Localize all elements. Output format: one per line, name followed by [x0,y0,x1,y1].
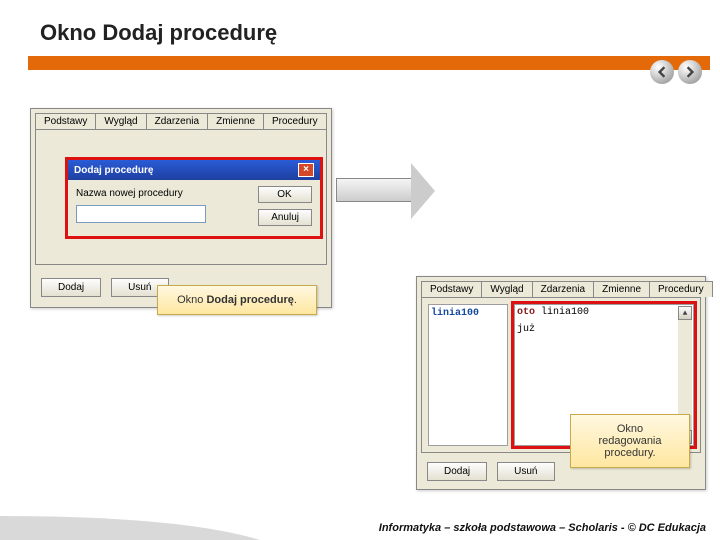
tab-zmienne[interactable]: Zmienne [207,113,264,129]
code-line: oto linia100 [517,307,691,318]
tab-bar: Podstawy Wygląd Zdarzenia Zmienne Proced… [31,109,331,129]
remove-button-r[interactable]: Usuń [497,462,554,481]
callout-right-l2: procedury. [585,447,675,459]
tab-podstawy[interactable]: Podstawy [35,113,96,129]
callout-left-strong: Dodaj procedurę [206,294,293,306]
tab-procedury-r[interactable]: Procedury [649,281,713,297]
code-line: już [517,324,691,335]
tab-podstawy-r[interactable]: Podstawy [421,281,482,297]
callout-left-prefix: Okno [177,294,206,306]
arrow-right [336,178,414,202]
dialog-title-text: Dodaj procedurę [74,165,153,176]
callout-right-l1: Okno redagowania [585,423,675,447]
dialog-titlebar: Dodaj procedurę × [68,160,320,180]
footer-text: Informatyka – szkoła podstawowa – Schola… [379,522,706,534]
cancel-button[interactable]: Anuluj [258,209,312,226]
slide-nav [650,60,702,84]
add-button[interactable]: Dodaj [41,278,101,297]
procedure-list[interactable]: linia100 [428,304,508,446]
tab-wyglad[interactable]: Wygląd [95,113,146,129]
tab-zdarzenia[interactable]: Zdarzenia [146,113,208,129]
prev-slide-button[interactable] [650,60,674,84]
ok-button[interactable]: OK [258,186,312,203]
footer-decoration [0,512,260,540]
callout-right: Okno redagowania procedury. [570,414,690,468]
callout-left: Okno Dodaj procedurę. [157,285,317,315]
page-title: Okno Dodaj procedurę [40,20,277,46]
tab-zdarzenia-r[interactable]: Zdarzenia [532,281,594,297]
list-item[interactable]: linia100 [431,308,479,319]
procedure-name-input[interactable] [76,205,206,223]
header-accent-bar [28,56,710,70]
add-button-r[interactable]: Dodaj [427,462,487,481]
close-icon[interactable]: × [298,163,314,177]
tab-wyglad-r[interactable]: Wygląd [481,281,532,297]
tab-zmienne-r[interactable]: Zmienne [593,281,650,297]
tab-bar-right: Podstawy Wygląd Zdarzenia Zmienne Proced… [417,277,705,297]
scroll-up-button[interactable]: ▲ [678,306,692,320]
next-slide-button[interactable] [678,60,702,84]
add-procedure-dialog: Dodaj procedurę × Nazwa nowej procedury … [66,158,322,238]
tab-procedury[interactable]: Procedury [263,113,327,129]
